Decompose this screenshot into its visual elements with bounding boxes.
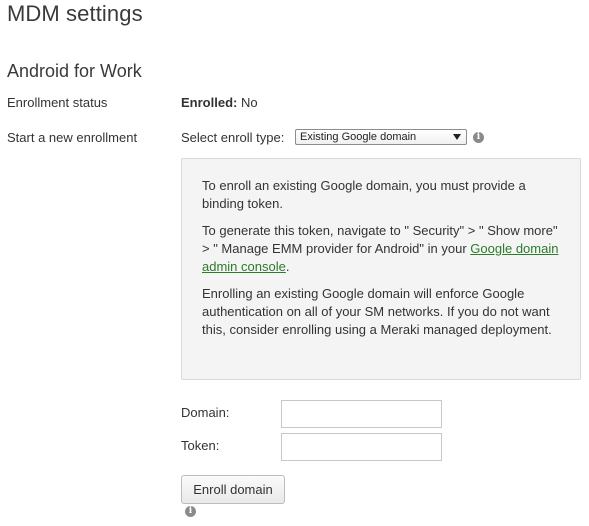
enroll-type-selected-value: Existing Google domain [300, 131, 417, 143]
enroll-type-select[interactable]: Existing Google domain [295, 129, 467, 145]
enrollment-status-value: Enrolled: No [181, 95, 258, 110]
chevron-down-icon [453, 134, 461, 140]
info-icon[interactable]: i [473, 132, 484, 143]
enroll-domain-button[interactable]: Enroll domain [181, 475, 285, 504]
info-icon[interactable]: i [185, 506, 196, 517]
enroll-type-label: Select enroll type: [181, 130, 285, 145]
info-panel: To enroll an existing Google domain, you… [181, 158, 581, 380]
info-paragraph-generate-end: . [285, 259, 290, 274]
info-paragraph-binding-token: To enroll an existing Google domain, you… [202, 178, 526, 211]
info-paragraph-enforce-auth: Enrolling an existing Google domain will… [202, 286, 552, 337]
enrollment-status-key: Enrolled: [181, 95, 238, 110]
enrollment-status-text: No [240, 95, 258, 110]
domain-label: Domain: [181, 405, 230, 420]
page-title: MDM settings [7, 1, 143, 26]
new-enrollment-label: Start a new enrollment [7, 130, 138, 145]
enrollment-status-label: Enrollment status [7, 95, 108, 110]
section-title: Android for Work [7, 61, 142, 81]
token-label: Token: [181, 438, 220, 453]
domain-input[interactable] [281, 400, 442, 428]
token-input[interactable] [281, 433, 442, 461]
info-paragraph-generate-token: To generate this token, navigate to " Se… [202, 222, 560, 276]
